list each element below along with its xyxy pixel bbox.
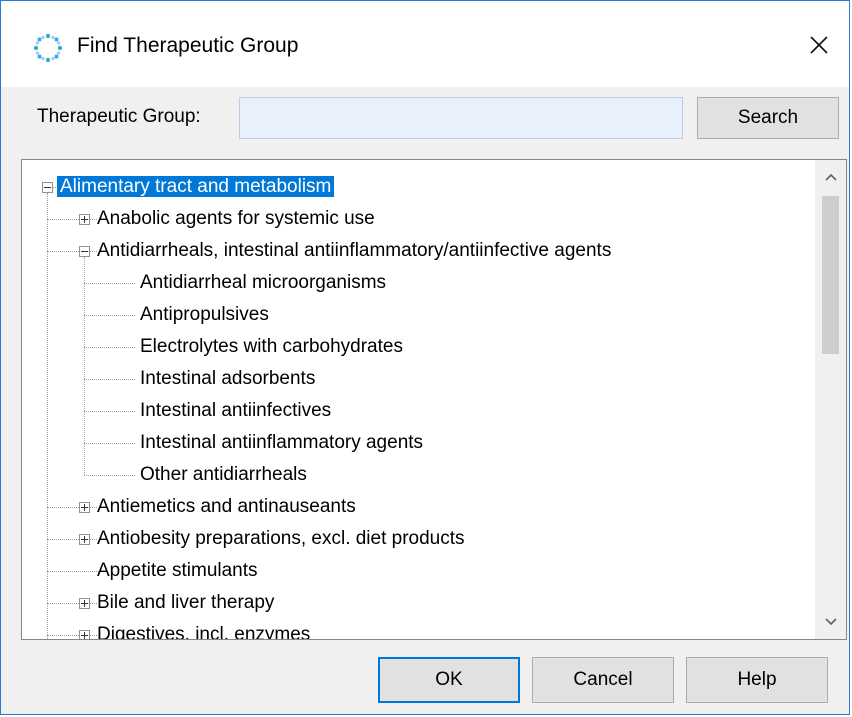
tree-item[interactable]: Antipropulsives <box>137 299 272 331</box>
tree-item[interactable]: Digestives, incl. enzymes <box>94 619 313 639</box>
tree-item[interactable]: Antidiarrheal microorganisms <box>137 267 389 299</box>
expand-icon[interactable] <box>79 598 90 609</box>
scroll-up-button[interactable] <box>815 160 846 194</box>
tree-item[interactable]: Antidiarrheals, intestinal antiinflammat… <box>94 235 614 267</box>
tree-item-label: Bile and liver therapy <box>97 592 275 613</box>
therapeutic-group-tree[interactable]: Alimentary tract and metabolism Anabolic … <box>21 159 847 640</box>
tree-connector <box>84 411 135 412</box>
tree-item-label: Appetite stimulants <box>97 560 258 581</box>
tree-connector <box>47 539 79 540</box>
find-therapeutic-group-dialog: Find Therapeutic Group Therapeutic Group… <box>0 0 850 715</box>
tree-item-label: Anabolic agents for systemic use <box>97 208 375 229</box>
tree-connector <box>84 315 135 316</box>
molecule-icon <box>33 33 63 63</box>
tree-connector <box>84 347 135 348</box>
tree-item[interactable]: Intestinal adsorbents <box>137 363 318 395</box>
tree-item[interactable]: Anabolic agents for systemic use <box>94 203 378 235</box>
help-button[interactable]: Help <box>686 657 828 703</box>
vertical-scrollbar[interactable] <box>815 160 846 639</box>
expand-icon[interactable] <box>79 534 90 545</box>
tree-item[interactable]: Antiobesity preparations, excl. diet pro… <box>94 523 468 555</box>
tree-item-label: Antipropulsives <box>140 304 269 325</box>
expand-icon[interactable] <box>79 502 90 513</box>
tree-item-label: Other antidiarrheals <box>140 464 307 485</box>
tree-item-label: Antidiarrheals, intestinal antiinflammat… <box>97 240 612 261</box>
tree-connector <box>84 443 135 444</box>
tree-item[interactable]: Electrolytes with carbohydrates <box>137 331 406 363</box>
title-bar: Find Therapeutic Group <box>1 1 849 87</box>
tree-connector <box>47 571 99 572</box>
tree-item[interactable]: Bile and liver therapy <box>94 587 277 619</box>
tree-connector <box>84 379 135 380</box>
tree-item[interactable]: Antiemetics and antinauseants <box>94 491 359 523</box>
tree-item-label: Intestinal antiinfectives <box>140 400 332 421</box>
ok-button[interactable]: OK <box>378 657 520 703</box>
collapse-icon[interactable] <box>42 182 53 193</box>
tree-item[interactable]: Alimentary tract and metabolism <box>57 171 335 203</box>
search-button[interactable]: Search <box>697 97 839 139</box>
chevron-down-icon <box>824 618 837 626</box>
scroll-down-button[interactable] <box>815 605 846 639</box>
expand-icon[interactable] <box>79 630 90 639</box>
tree-item-label: Intestinal adsorbents <box>140 368 316 389</box>
tree-connector <box>47 251 79 252</box>
tree-item-label: Electrolytes with carbohydrates <box>140 336 403 357</box>
tree-item-label: Intestinal antiinflammatory agents <box>140 432 424 453</box>
close-icon <box>810 36 828 54</box>
tree-item-label: Digestives, incl. enzymes <box>97 624 311 639</box>
tree-connector <box>84 283 135 284</box>
tree-item[interactable]: Appetite stimulants <box>94 555 261 587</box>
tree-item-label: Antiobesity preparations, excl. diet pro… <box>97 528 465 549</box>
tree-content: Alimentary tract and metabolism Anabolic … <box>22 160 816 639</box>
tree-connector <box>47 635 79 636</box>
tree-guide-line <box>47 193 48 639</box>
tree-connector <box>84 475 135 476</box>
expand-icon[interactable] <box>79 214 90 225</box>
tree-item-label: Antidiarrheal microorganisms <box>140 272 387 293</box>
tree-item[interactable]: Intestinal antiinflammatory agents <box>137 427 426 459</box>
collapse-icon[interactable] <box>79 246 90 257</box>
cancel-button[interactable]: Cancel <box>532 657 674 703</box>
tree-item-label: Antiemetics and antinauseants <box>97 496 356 517</box>
tree-item[interactable]: Other antidiarrheals <box>137 459 310 491</box>
therapeutic-group-input[interactable] <box>239 97 683 139</box>
chevron-up-icon <box>824 173 837 181</box>
scroll-thumb[interactable] <box>822 196 839 354</box>
dialog-title: Find Therapeutic Group <box>77 34 299 57</box>
tree-connector <box>47 603 79 604</box>
tree-item-label: Alimentary tract and metabolism <box>57 176 335 197</box>
tree-connector <box>47 219 79 220</box>
tree-connector <box>47 507 79 508</box>
therapeutic-group-label: Therapeutic Group: <box>37 106 201 127</box>
tree-item[interactable]: Intestinal antiinfectives <box>137 395 334 427</box>
close-button[interactable] <box>793 19 845 71</box>
